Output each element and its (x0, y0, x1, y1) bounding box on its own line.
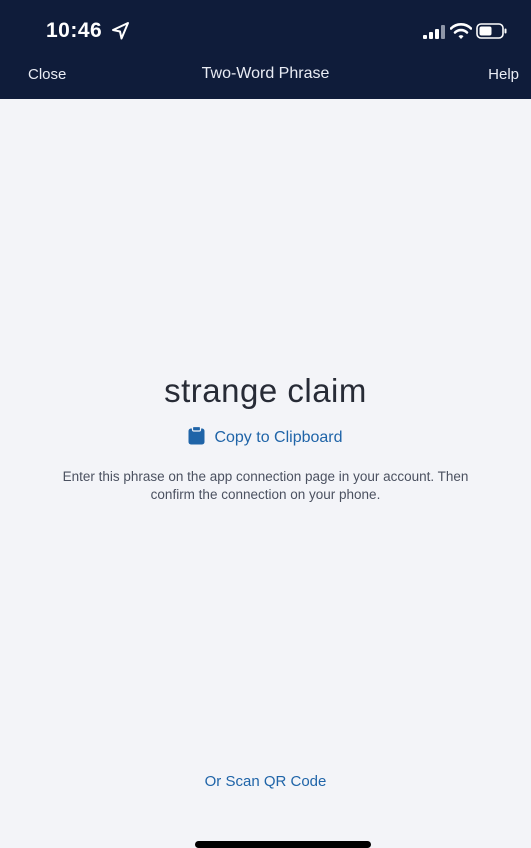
cellular-signal-icon (423, 25, 445, 39)
page-title: Two-Word Phrase (201, 65, 330, 82)
instructions-text: Enter this phrase on the app connection … (62, 469, 469, 502)
status-time: 10:46 (46, 19, 103, 42)
wifi-icon (450, 23, 472, 39)
two-word-phrase: strange claim (164, 372, 367, 409)
scan-qr-code-link[interactable]: Or Scan QR Code (0, 773, 531, 790)
status-bar: 10:46 (0, 0, 531, 58)
copy-to-clipboard-button[interactable]: Copy to Clipboard (0, 426, 531, 447)
navigation-bar: Close Two-Word Phrase Help (0, 58, 531, 99)
clipboard-icon (188, 426, 205, 445)
header: 10:46 Close Two-Word Phrase Help (0, 0, 531, 99)
copy-to-clipboard-label: Copy to Clipboard (214, 429, 343, 446)
location-arrow-icon (112, 22, 129, 40)
home-indicator (195, 841, 371, 848)
battery-icon (476, 23, 507, 39)
help-button[interactable]: Help (488, 66, 519, 83)
